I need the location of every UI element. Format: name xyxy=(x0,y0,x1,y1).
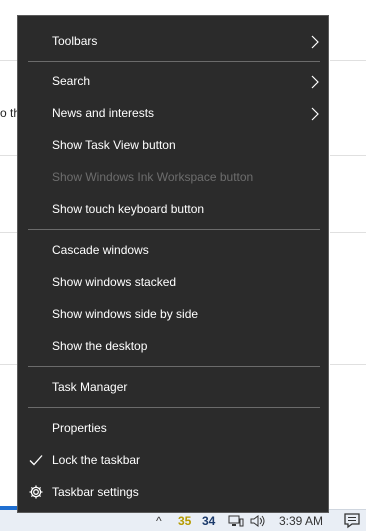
menu-item-show-task-view[interactable]: Show Task View button xyxy=(18,129,328,161)
tray-indicator-2[interactable]: 34 xyxy=(202,510,215,531)
menu-item-lock-the-taskbar[interactable]: Lock the taskbar xyxy=(18,444,328,476)
show-hidden-icons-button[interactable]: ^ xyxy=(156,510,162,531)
menu-item-label: Cascade windows xyxy=(52,243,149,257)
menu-item-label: Show windows side by side xyxy=(52,307,199,321)
menu-item-news-and-interests[interactable]: News and interests xyxy=(18,97,328,129)
chevron-right-icon xyxy=(311,106,319,121)
menu-separator xyxy=(28,229,320,230)
background-divider xyxy=(330,232,366,233)
menu-item-label: Toolbars xyxy=(52,34,98,48)
menu-item-show-ink-workspace: Show Windows Ink Workspace button xyxy=(18,161,328,193)
menu-item-label: Show Windows Ink Workspace button xyxy=(52,170,254,184)
menu-item-properties[interactable]: Properties xyxy=(18,412,328,444)
taskbar-context-menu: Toolbars Search News and interests Show … xyxy=(17,15,329,513)
menu-separator xyxy=(28,407,320,408)
menu-item-label: Task Manager xyxy=(52,380,128,394)
menu-item-show-touch-keyboard[interactable]: Show touch keyboard button xyxy=(18,193,328,225)
menu-item-cascade-windows[interactable]: Cascade windows xyxy=(18,234,328,266)
checkmark-icon xyxy=(28,452,44,468)
menu-item-label: Show the desktop xyxy=(52,339,148,353)
menu-item-task-manager[interactable]: Task Manager xyxy=(18,371,328,403)
menu-item-taskbar-settings[interactable]: Taskbar settings xyxy=(18,476,328,508)
background-divider xyxy=(330,60,366,61)
menu-separator xyxy=(28,366,320,367)
menu-item-show-the-desktop[interactable]: Show the desktop xyxy=(18,330,328,362)
menu-item-toolbars[interactable]: Toolbars xyxy=(18,25,328,57)
tray-indicator-1[interactable]: 35 xyxy=(178,510,191,531)
background-divider xyxy=(330,155,366,156)
menu-item-show-windows-side-by-side[interactable]: Show windows side by side xyxy=(18,298,328,330)
gear-icon xyxy=(28,484,44,500)
volume-icon[interactable] xyxy=(250,510,266,531)
menu-item-label: Show touch keyboard button xyxy=(52,202,205,216)
menu-item-label: Taskbar settings xyxy=(52,485,139,499)
menu-item-search[interactable]: Search xyxy=(18,65,328,97)
menu-item-label: Lock the taskbar xyxy=(52,453,141,467)
menu-item-label: Search xyxy=(52,74,91,88)
menu-separator xyxy=(28,61,320,62)
menu-item-label: Show windows stacked xyxy=(52,275,177,289)
menu-item-show-windows-stacked[interactable]: Show windows stacked xyxy=(18,266,328,298)
menu-item-label: Properties xyxy=(52,421,107,435)
menu-item-label: Show Task View button xyxy=(52,138,176,152)
notification-center-icon[interactable] xyxy=(344,510,360,531)
chevron-right-icon xyxy=(311,74,319,89)
network-icon[interactable] xyxy=(228,510,244,531)
menu-item-label: News and interests xyxy=(52,106,155,120)
chevron-right-icon xyxy=(311,34,319,49)
background-divider xyxy=(330,364,366,365)
clock[interactable]: 3:39 AM xyxy=(279,510,323,531)
